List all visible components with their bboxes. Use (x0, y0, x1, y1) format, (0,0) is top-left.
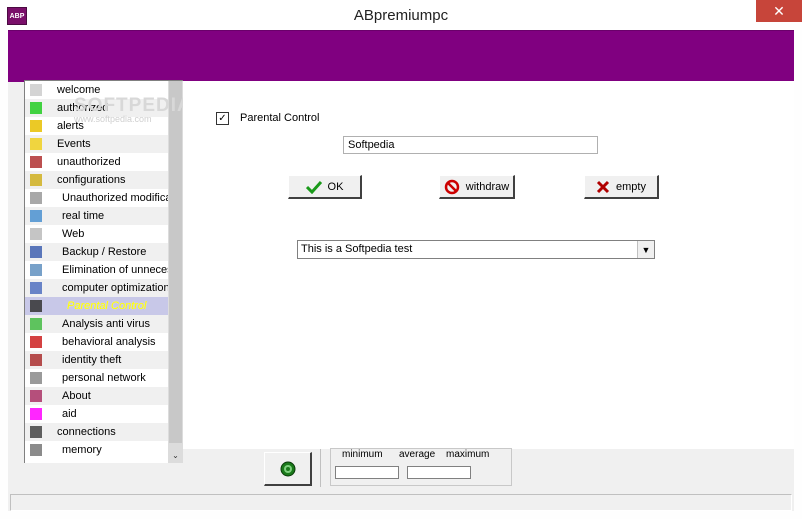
antivirus-icon (30, 318, 42, 330)
aid-icon (30, 408, 42, 420)
nav-item-label: behavioral analysis (62, 336, 156, 348)
maximum-box (407, 466, 471, 479)
empty-button[interactable]: empty (584, 175, 659, 199)
lightbulb-icon (30, 138, 42, 150)
memory-icon (30, 444, 42, 456)
nav-item[interactable]: identity theft (25, 351, 168, 369)
ok-button[interactable]: OK (288, 175, 362, 199)
config-icon (30, 174, 42, 186)
nav-item[interactable]: unauthorized (25, 153, 168, 171)
optimize-icon (30, 282, 42, 294)
minimum-box (335, 466, 399, 479)
red-x-icon (596, 180, 610, 193)
window-title: ABpremiumpc (353, 7, 449, 24)
nav-item[interactable]: Parental Control (25, 297, 168, 315)
nav-item-label: configurations (57, 174, 126, 186)
dropdown-arrow-icon[interactable]: ▼ (637, 241, 654, 258)
nav-item[interactable]: Elimination of unnecessary (25, 261, 183, 279)
network-icon (30, 372, 42, 384)
parental-icon (30, 300, 42, 312)
nav-item-label: personal network (62, 372, 146, 384)
warning-icon (30, 120, 42, 132)
web-icon (30, 228, 42, 240)
nav-scroll-thumb[interactable] (169, 81, 182, 443)
name-input[interactable]: Softpedia (343, 136, 598, 154)
nav-item-label: Unauthorized modifications (62, 192, 183, 204)
watermark-url: www.softpedia.com (74, 114, 152, 124)
welcome-icon (30, 84, 42, 96)
nav-item[interactable]: behavioral analysis (25, 333, 168, 351)
navigation-list: welcome authorized alerts Events unauthorize… (25, 81, 183, 459)
nav-item-label: Parental Control (67, 300, 147, 312)
about-icon (30, 390, 42, 402)
parental-control-label: Parental Control (240, 112, 320, 124)
no-entry-icon (444, 179, 460, 194)
nav-item-label: About (62, 390, 91, 402)
realtime-icon (30, 210, 42, 222)
green-square-icon (30, 102, 42, 114)
nav-item[interactable]: Analysis anti virus (25, 315, 168, 333)
nav-item-label: identity theft (62, 354, 122, 366)
green-check-icon (305, 180, 322, 194)
average-label: average (399, 449, 436, 460)
ok-label: OK (327, 180, 344, 193)
nav-item[interactable]: About (25, 387, 168, 405)
scroll-down-icon[interactable]: ⌄ (168, 447, 183, 463)
nav-item-label: Elimination of unnecessary (62, 264, 183, 276)
empty-label: empty (616, 180, 646, 193)
nav-item[interactable]: configurations (25, 171, 168, 189)
nav-item[interactable]: Web (25, 225, 168, 243)
nav-item-label: memory (62, 444, 102, 456)
site-select-value: This is a Softpedia test (301, 243, 413, 255)
nav-item[interactable]: real time (25, 207, 168, 225)
nav-item[interactable]: memory (25, 441, 168, 459)
site-select[interactable]: This is a Softpedia test ▼ (297, 240, 655, 259)
nav-item-label: unauthorized (57, 156, 121, 168)
maximum-label: maximum (446, 449, 490, 460)
minimum-label: minimum (342, 449, 383, 460)
withdraw-label: withdraw (465, 180, 510, 193)
nav-item-label: Web (62, 228, 85, 240)
nav-scrollbar[interactable]: ⌄ (168, 81, 183, 463)
connections-icon (30, 426, 42, 438)
nav-item-label: connections (57, 426, 116, 438)
nav-item[interactable]: Events (25, 135, 168, 153)
checkmark-icon (30, 336, 42, 348)
header-banner (8, 30, 794, 82)
nav-item-label: aid (62, 408, 77, 420)
nav-item-label: Backup / Restore (62, 246, 147, 258)
backup-icon (30, 246, 42, 258)
nav-item-label: real time (62, 210, 105, 222)
target-button[interactable] (264, 452, 312, 486)
identity-icon (30, 354, 42, 366)
nav-item[interactable]: aid (25, 405, 168, 423)
withdraw-button[interactable]: withdraw (439, 175, 515, 199)
bottom-divider (320, 449, 321, 487)
eliminate-icon (30, 264, 42, 276)
nav-item-label: computer optimization (62, 282, 170, 294)
parental-control-checkbox[interactable]: ✓ (216, 112, 229, 125)
nav-item[interactable]: computer optimization (25, 279, 170, 297)
nav-item-label: Events (57, 138, 91, 150)
nav-item[interactable]: Unauthorized modifications (25, 189, 183, 207)
title-bar: ABP ABpremiumpc ✕ (0, 0, 802, 30)
nav-item-label: Analysis anti virus (62, 318, 151, 330)
check-icon (30, 192, 42, 204)
nav-item[interactable]: personal network (25, 369, 168, 387)
block-icon (30, 156, 42, 168)
target-icon (280, 461, 296, 477)
close-button[interactable]: ✕ (756, 0, 802, 22)
status-bar (10, 494, 792, 511)
nav-item[interactable]: Backup / Restore (25, 243, 168, 261)
nav-item[interactable]: connections (25, 423, 168, 441)
navigation-panel: welcome authorized alerts Events unauthorize… (24, 80, 183, 463)
